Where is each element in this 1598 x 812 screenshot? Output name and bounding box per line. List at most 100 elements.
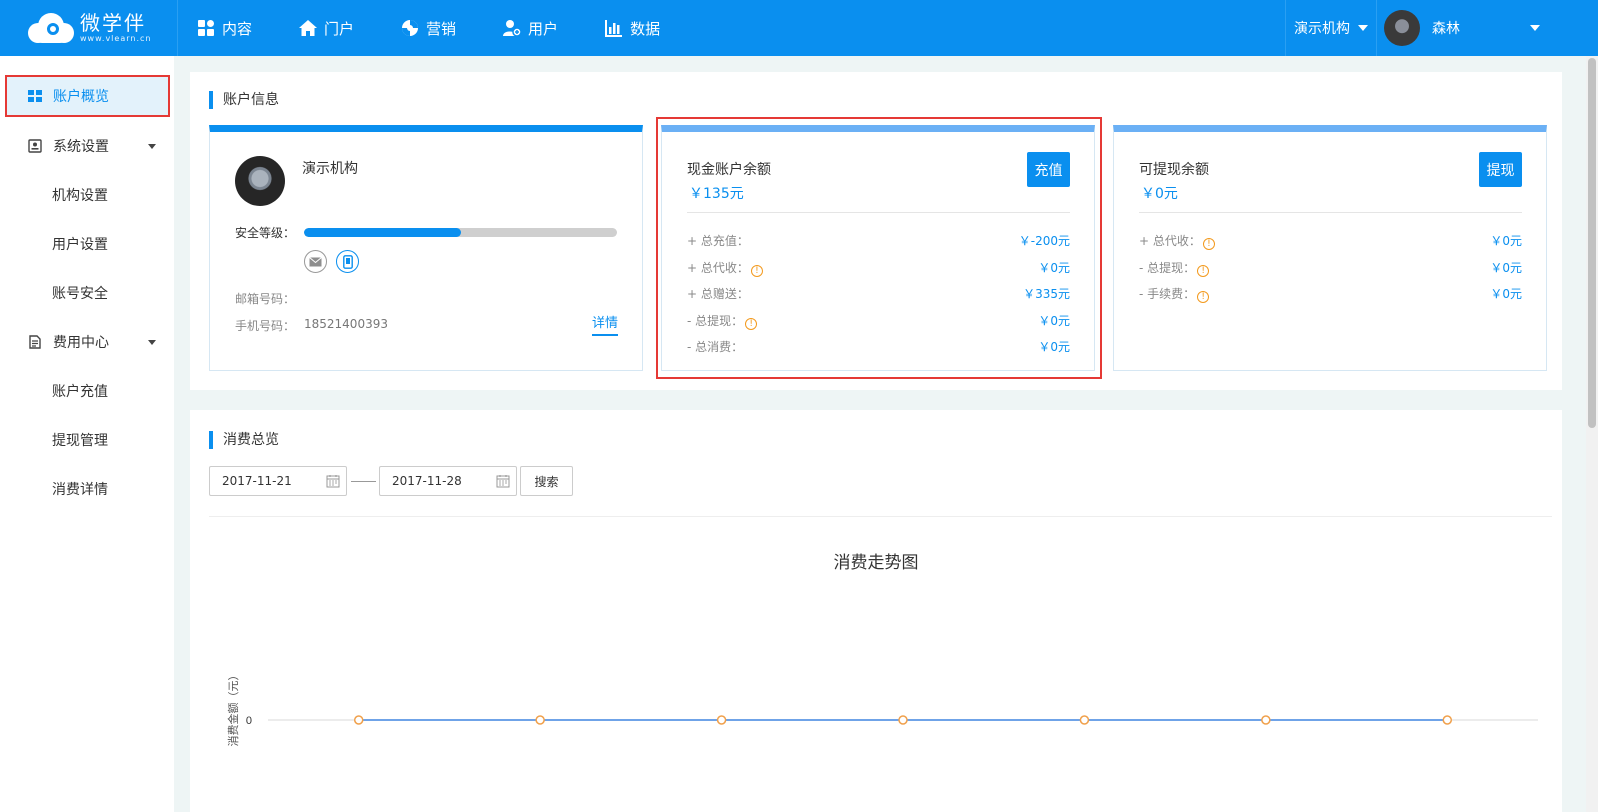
info-warning-icon[interactable]: !	[1197, 291, 1210, 303]
sidebar-item-label: 用户设置	[52, 237, 108, 253]
brand-name: 微学伴	[80, 11, 146, 35]
org-switch-label: 演示机构	[1294, 21, 1350, 37]
sidebar-item-label: 系统设置	[53, 139, 109, 155]
detail-link[interactable]: 详情	[591, 312, 618, 336]
info-warning-icon[interactable]: !	[1197, 264, 1210, 277]
sidebar-item-recharge[interactable]: 账户充值	[0, 371, 174, 411]
sidebar-item-fee-center[interactable]: 费用中心	[0, 322, 174, 362]
balance-row-label: - 总提现：!	[1139, 259, 1210, 277]
balance-row: - 总提现：! ￥0元	[687, 312, 1070, 330]
nav-item-users[interactable]: 用户	[502, 0, 558, 56]
marketing-icon	[400, 18, 420, 38]
sidebar-item-overview[interactable]: 账户概览	[5, 75, 170, 117]
chart-title: 消费走势图	[833, 553, 919, 573]
brand-logo[interactable]: 微学伴 www.vlearn.cn	[0, 0, 178, 56]
calendar-icon	[326, 475, 340, 488]
grid-icon	[28, 90, 42, 102]
nav-item-content[interactable]: 内容	[196, 0, 252, 56]
nav-label: 数据	[630, 19, 661, 38]
sidebar-item-user-settings[interactable]: 用户设置	[0, 224, 174, 264]
avatar	[1384, 10, 1420, 46]
sidebar-item-label: 账号安全	[52, 286, 108, 302]
section-title: 账户信息	[209, 91, 279, 109]
balance-row: + 总充值： ￥-200元	[687, 232, 1070, 248]
balance-row-value: ￥0元	[1490, 287, 1522, 301]
data-point[interactable]	[1442, 715, 1453, 725]
user-menu[interactable]: 森林	[1378, 0, 1558, 56]
data-point[interactable]	[1261, 715, 1271, 725]
caret-down-icon	[1358, 25, 1368, 31]
data-point[interactable]	[353, 715, 364, 725]
balance-row-label-text: + 总代收：	[1139, 234, 1201, 248]
sidebar-item-label: 账户充值	[52, 384, 108, 400]
balance-row-label: + 总代收：!	[687, 259, 763, 277]
end-date-value: 2017-11-28	[392, 474, 462, 488]
withdrawable-balance-card: 可提现余额 ￥0元 提现 + 总代收：! ￥0元 - 总提现：! ￥0元 - 手续费：!…	[1113, 125, 1547, 371]
y-axis-label: 消费金额（元）	[226, 670, 240, 747]
info-warning-icon[interactable]: !	[745, 317, 758, 330]
balance-row-value: ￥0元	[1490, 234, 1522, 248]
account-info-panel: 账户信息 演示机构 安全等级： 邮箱号码： 手机号码： 18521400393 …	[190, 72, 1562, 390]
balance-row: + 总代收：! ￥0元	[1139, 232, 1522, 250]
avatar	[235, 156, 285, 206]
cash-balance-amount: ￥135元	[689, 186, 744, 202]
info-warning-icon[interactable]: !	[750, 264, 763, 277]
balance-row: - 总提现：! ￥0元	[1139, 259, 1522, 277]
nav-label: 内容	[222, 19, 253, 38]
org-switcher[interactable]: 演示机构	[1285, 0, 1377, 56]
start-date-input[interactable]: 2017-11-21	[209, 466, 347, 496]
balance-row-value: ￥0元	[1490, 260, 1522, 275]
balance-row-value: ￥335元	[1023, 287, 1070, 301]
info-warning-icon[interactable]: !	[1202, 238, 1215, 250]
sidebar-item-system-settings[interactable]: 系统设置	[0, 126, 174, 166]
top-navbar: 微学伴 www.vlearn.cn 内容 门户 营销 用户 数据 演示机构 森林	[0, 0, 1598, 56]
sidebar-item-consumption-detail[interactable]: 消费详情	[0, 469, 174, 509]
nav-item-portal[interactable]: 门户	[298, 0, 354, 56]
email-verify-icon[interactable]	[304, 250, 327, 273]
y-tick-label: 0	[246, 715, 252, 727]
nav-item-data[interactable]: 数据	[604, 0, 660, 56]
sidebar-item-label: 账户概览	[53, 89, 109, 105]
sidebar-item-label: 机构设置	[52, 188, 108, 204]
withdraw-button[interactable]: 提现	[1479, 152, 1522, 187]
document-icon	[29, 335, 41, 349]
balance-row-label-text: + 总赠送：	[687, 287, 749, 301]
nav-label: 用户	[528, 19, 559, 38]
org-name: 演示机构	[302, 161, 358, 177]
divider	[687, 212, 1070, 213]
nav-item-marketing[interactable]: 营销	[400, 0, 456, 56]
cash-balance-title: 现金账户余额	[687, 162, 771, 178]
date-range-separator	[351, 481, 376, 482]
section-title: 消费总览	[209, 431, 279, 449]
recharge-button[interactable]: 充值	[1027, 152, 1070, 187]
sidebar-item-org-settings[interactable]: 机构设置	[0, 175, 174, 215]
sidebar-item-withdraw-mgmt[interactable]: 提现管理	[0, 420, 174, 460]
balance-row: - 手续费：! ￥0元	[1139, 285, 1522, 303]
data-point[interactable]	[535, 715, 545, 725]
data-point[interactable]	[716, 715, 727, 725]
withdrawable-balance-amount: ￥0元	[1141, 186, 1178, 202]
phone-verify-icon[interactable]	[336, 250, 359, 273]
balance-row-label: - 总提现：!	[687, 312, 758, 330]
phone-value: 18521400393	[304, 317, 388, 331]
balance-row-value: ￥0元	[1038, 313, 1070, 328]
data-point[interactable]	[1079, 715, 1090, 725]
caret-down-icon	[148, 144, 156, 149]
search-button[interactable]: 搜索	[520, 466, 573, 496]
phone-label: 手机号码：	[235, 319, 296, 333]
data-point[interactable]	[898, 715, 908, 725]
brand-url: www.vlearn.cn	[80, 34, 152, 43]
nav-label: 营销	[426, 19, 457, 38]
balance-row-label-text: + 总充值：	[687, 234, 749, 248]
divider	[1139, 212, 1522, 213]
cash-balance-card: 现金账户余额 ￥135元 充值 + 总充值： ￥-200元 + 总代收：! ￥0元 + …	[661, 125, 1095, 371]
end-date-input[interactable]: 2017-11-28	[379, 466, 517, 496]
balance-row-label: + 总充值：	[687, 232, 749, 249]
email-label: 邮箱号码：	[235, 292, 296, 306]
scrollbar-thumb[interactable]	[1588, 58, 1596, 428]
sidebar-item-account-security[interactable]: 账号安全	[0, 273, 174, 313]
settings-card-icon	[28, 139, 42, 153]
caret-down-icon	[1530, 25, 1540, 31]
sidebar-item-label: 消费详情	[52, 482, 108, 498]
balance-row-value: ￥0元	[1038, 260, 1070, 275]
